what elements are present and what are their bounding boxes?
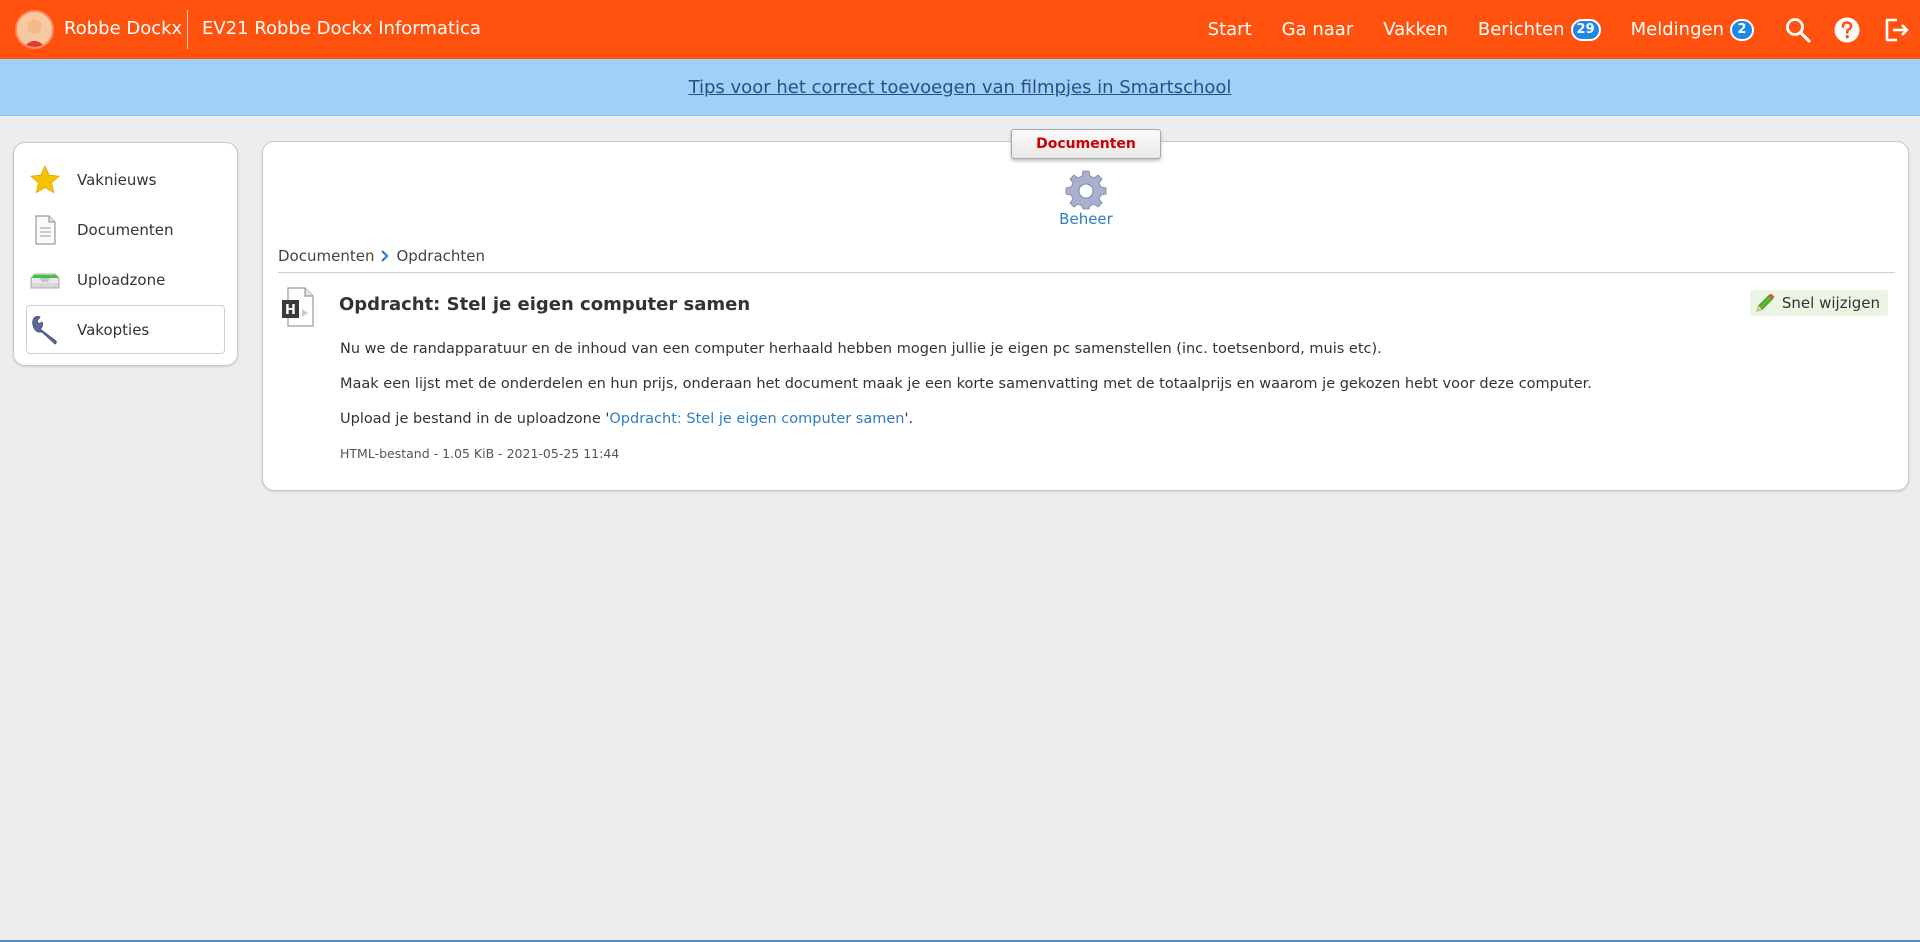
gear-icon: [1065, 170, 1107, 210]
sidebar-item-documenten[interactable]: Documenten: [26, 205, 225, 254]
nav-start-label: Start: [1207, 19, 1252, 40]
search-icon[interactable]: [1784, 16, 1812, 44]
sidebar-item-vaknieuws[interactable]: Vaknieuws: [26, 155, 225, 204]
sidebar-item-label: Uploadzone: [77, 270, 166, 289]
sidebar-item-label: Vaknieuws: [77, 170, 157, 189]
sidebar: Vaknieuws Documenten Uploadzone Vakoptie…: [13, 142, 238, 366]
breadcrumb: Documenten Opdrachten: [278, 247, 485, 265]
document-icon: [29, 214, 61, 246]
beheer-button[interactable]: Beheer: [1021, 168, 1151, 228]
nav-berichten[interactable]: Berichten 29: [1477, 18, 1601, 41]
nav-ga-naar[interactable]: Ga naar: [1282, 19, 1354, 40]
star-icon: [29, 164, 61, 196]
user-name[interactable]: Robbe Dockx: [64, 18, 182, 39]
nav-meldingen[interactable]: Meldingen 2: [1630, 18, 1754, 41]
document-title[interactable]: Opdracht: Stel je eigen computer samen: [339, 294, 750, 315]
nav-ga-naar-label: Ga naar: [1281, 19, 1354, 40]
pencil-icon: [1756, 293, 1775, 312]
wrench-icon: [29, 314, 61, 346]
avatar-icon: [17, 12, 52, 47]
meldingen-count-badge: 2: [1730, 18, 1754, 41]
nav-berichten-label: Berichten: [1477, 19, 1565, 40]
svg-text:H: H: [285, 303, 296, 318]
banner-link[interactable]: Tips voor het correct toevoegen van film…: [689, 77, 1232, 98]
upload-instruction-prefix: Upload je bestand in de uploadzone ': [340, 411, 610, 427]
breadcrumb-opdrachten[interactable]: Opdrachten: [396, 247, 485, 265]
breadcrumb-documenten[interactable]: Documenten: [278, 247, 374, 265]
section-tab-documenten: Documenten: [1011, 129, 1161, 159]
uploadzone-link[interactable]: Opdracht: Stel je eigen computer samen: [609, 411, 904, 427]
course-title[interactable]: EV21 Robbe Dockx Informatica: [202, 18, 481, 39]
upload-instruction-suffix: '.: [904, 411, 914, 427]
sidebar-item-uploadzone[interactable]: Uploadzone: [26, 255, 225, 304]
main-panel: Documenten Beheer Documenten Opdrachten …: [262, 129, 1909, 491]
html-file-icon[interactable]: H: [281, 287, 315, 327]
logout-icon[interactable]: [1882, 16, 1910, 44]
sidebar-item-vakopties[interactable]: Vakopties: [26, 305, 225, 354]
breadcrumb-divider: [278, 272, 1895, 273]
help-icon[interactable]: [1833, 16, 1861, 44]
nav-vakken-label: Vakken: [1383, 19, 1448, 40]
top-bar: Robbe Dockx EV21 Robbe Dockx Informatica…: [0, 0, 1920, 59]
info-banner: Tips voor het correct toevoegen van film…: [0, 59, 1920, 116]
beheer-label: Beheer: [1059, 210, 1113, 228]
upload-tray-icon: [29, 264, 61, 296]
quick-edit-button[interactable]: Snel wijzigen: [1749, 290, 1888, 316]
sidebar-item-label: Vakopties: [77, 320, 150, 339]
berichten-count-badge: 29: [1570, 18, 1601, 41]
description-line-3: Upload je bestand in de uploadzone 'Opdr…: [340, 411, 913, 427]
file-meta: HTML-bestand - 1.05 KiB - 2021-05-25 11:…: [340, 446, 620, 461]
nav-meldingen-label: Meldingen: [1630, 19, 1724, 40]
sidebar-item-label: Documenten: [77, 220, 174, 239]
nav-start[interactable]: Start: [1208, 19, 1252, 40]
top-navigation: Start Ga naar Vakken Berichten 29 Meldin…: [1208, 0, 1920, 59]
description-line-2: Maak een lijst met de onderdelen en hun …: [340, 376, 1592, 392]
user-avatar[interactable]: [15, 10, 54, 49]
topbar-divider: [187, 10, 188, 49]
chevron-right-icon: [380, 250, 390, 262]
description-line-1: Nu we de randapparatuur en de inhoud van…: [340, 341, 1382, 357]
nav-vakken[interactable]: Vakken: [1383, 19, 1448, 40]
quick-edit-label: Snel wijzigen: [1781, 294, 1880, 312]
